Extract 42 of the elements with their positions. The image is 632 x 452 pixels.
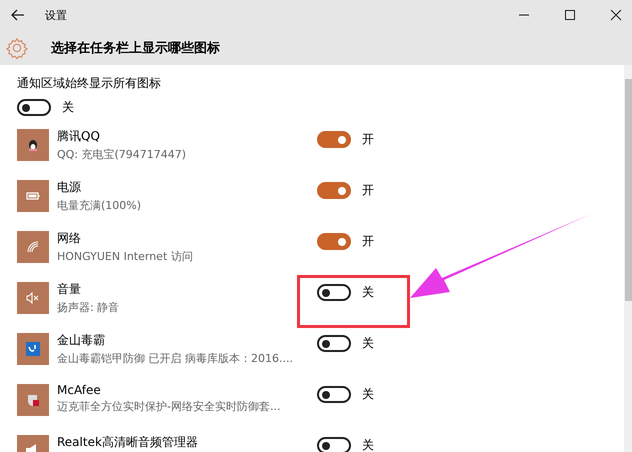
toggle-state-label: 关: [362, 284, 374, 301]
toggle-switch[interactable]: [317, 233, 351, 250]
toggle-state-label: 关: [362, 386, 374, 403]
app-name: 网络: [57, 230, 82, 247]
toggle-switch[interactable]: [317, 284, 351, 301]
page-title: 选择在任务栏上显示哪些图标: [51, 40, 220, 56]
app-name: Realtek高清晰音频管理器: [57, 434, 199, 451]
scrollbar-thumb[interactable]: [625, 79, 632, 301]
app-name: 电源: [57, 179, 82, 196]
toggle-switch[interactable]: [317, 386, 351, 403]
app-name: 音量: [57, 281, 82, 298]
maximize-icon[interactable]: [564, 9, 576, 21]
app-name: 腾讯QQ: [57, 128, 101, 145]
shield-icon: [26, 393, 40, 407]
back-arrow-icon[interactable]: [11, 9, 25, 21]
toggle-state-label: 关: [362, 437, 374, 452]
close-icon[interactable]: [610, 9, 622, 21]
toggle-switch[interactable]: [17, 99, 51, 116]
app-description: 金山毒霸铠甲防御 已开启 病毒库版本：2016....: [57, 351, 294, 366]
window-title: 设置: [45, 8, 67, 22]
app-name: 金山毒霸: [57, 332, 106, 349]
toggle-state-label: 开: [362, 182, 374, 199]
app-description: 电量充满(100%): [57, 198, 142, 213]
app-description: 迈克菲全方位实时保护-网络安全实时防御套...: [57, 399, 282, 414]
toggle-switch[interactable]: [317, 437, 351, 452]
toggle-state-label: 关: [362, 335, 374, 352]
penguin-icon: [26, 138, 40, 152]
toggle-switch[interactable]: [317, 131, 351, 148]
toggle-switch[interactable]: [317, 182, 351, 199]
muted-speaker-icon: [26, 291, 40, 305]
shield-icon: [26, 342, 40, 356]
app-description: 扬声器: 静音: [57, 300, 120, 315]
toggle-state-label: 关: [62, 99, 74, 116]
app-description: HONGYUEN Internet 访问: [57, 249, 194, 264]
gear-icon: [6, 36, 28, 58]
toggle-switch[interactable]: [317, 335, 351, 352]
toggle-state-label: 开: [362, 131, 374, 148]
app-name: McAfee: [57, 383, 102, 397]
toggle-state-label: 开: [362, 233, 374, 250]
app-description: QQ: 充电宝(794717447): [57, 147, 188, 162]
wifi-icon: [26, 240, 40, 254]
setting-label: 通知区域始终显示所有图标: [17, 75, 162, 92]
